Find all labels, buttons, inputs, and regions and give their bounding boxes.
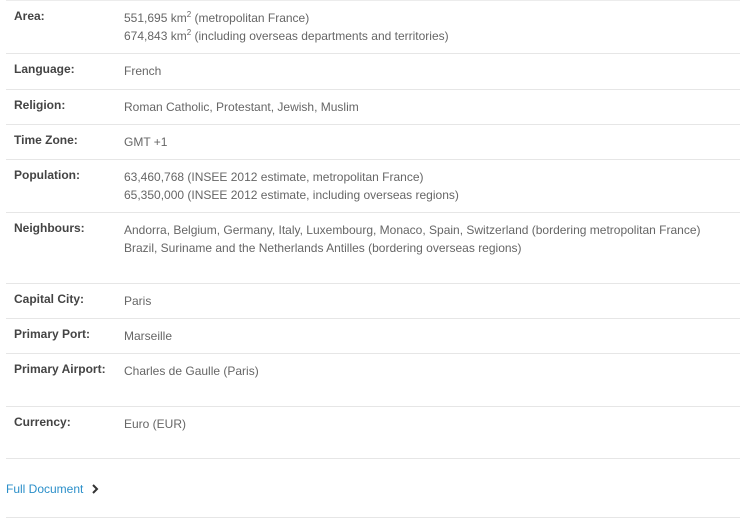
fact-value: 63,460,768 (INSEE 2012 estimate, metropo… xyxy=(124,160,740,212)
population-metropolitan: 63,460,768 (INSEE 2012 estimate, metropo… xyxy=(124,170,424,184)
neighbours-overseas: Brazil, Suriname and the Netherlands Ant… xyxy=(124,241,522,255)
fact-value: 551,695 km2 (metropolitan France) 674,84… xyxy=(124,1,740,53)
fact-row-religion: Religion: Roman Catholic, Protestant, Je… xyxy=(6,90,740,125)
fact-row-area: Area: 551,695 km2 (metropolitan France) … xyxy=(6,0,740,54)
fact-label: Currency: xyxy=(14,415,71,429)
area-total: 674,843 km2 (including overseas departme… xyxy=(124,27,726,45)
fact-value: Euro (EUR) xyxy=(124,417,187,431)
chevron-right-icon xyxy=(90,483,100,495)
country-facts-table: Area: 551,695 km2 (metropolitan France) … xyxy=(6,0,740,459)
fact-row-neighbours: Neighbours: Andorra, Belgium, Germany, I… xyxy=(6,213,740,284)
fact-label: Primary Port: xyxy=(14,327,91,341)
area-value: 551,695 km xyxy=(124,11,187,25)
fact-row-currency: Currency: Euro (EUR) xyxy=(6,407,740,459)
area-metropolitan: 551,695 km2 (metropolitan France) xyxy=(124,9,726,27)
fact-value: Roman Catholic, Protestant, Jewish, Musl… xyxy=(124,100,359,114)
area-value: 674,843 km xyxy=(124,29,187,43)
fact-value: Andorra, Belgium, Germany, Italy, Luxemb… xyxy=(124,213,740,283)
fact-row-primary-port: Primary Port: Marseille xyxy=(6,319,740,354)
population-total: 65,350,000 (INSEE 2012 estimate, includi… xyxy=(124,188,459,202)
document-footer: Full Document xyxy=(6,482,740,518)
area-note: (including overseas departments and terr… xyxy=(191,29,449,43)
area-note: (metropolitan France) xyxy=(191,11,310,25)
fact-label: Area: xyxy=(14,9,45,23)
fact-value: French xyxy=(124,64,162,78)
fact-row-capital-city: Capital City: Paris xyxy=(6,284,740,319)
full-document-link[interactable]: Full Document xyxy=(6,482,100,496)
fact-label: Time Zone: xyxy=(14,133,78,147)
fact-value: GMT +1 xyxy=(124,135,168,149)
fact-value: Paris xyxy=(124,294,152,308)
fact-row-language: Language: French xyxy=(6,54,740,90)
fact-label: Population: xyxy=(14,168,80,182)
fact-label: Primary Airport: xyxy=(14,362,106,376)
fact-value: Marseille xyxy=(124,329,173,343)
fact-label: Religion: xyxy=(14,98,66,112)
fact-row-primary-airport: Primary Airport: Charles de Gaulle (Pari… xyxy=(6,354,740,407)
fact-row-time-zone: Time Zone: GMT +1 xyxy=(6,125,740,160)
fact-row-population: Population: 63,460,768 (INSEE 2012 estim… xyxy=(6,160,740,213)
fact-label: Capital City: xyxy=(14,292,85,306)
fact-value: Charles de Gaulle (Paris) xyxy=(124,364,259,378)
fact-label: Language: xyxy=(14,62,75,76)
full-document-label: Full Document xyxy=(6,482,84,496)
fact-label: Neighbours: xyxy=(14,221,85,235)
neighbours-metropolitan: Andorra, Belgium, Germany, Italy, Luxemb… xyxy=(124,223,701,237)
